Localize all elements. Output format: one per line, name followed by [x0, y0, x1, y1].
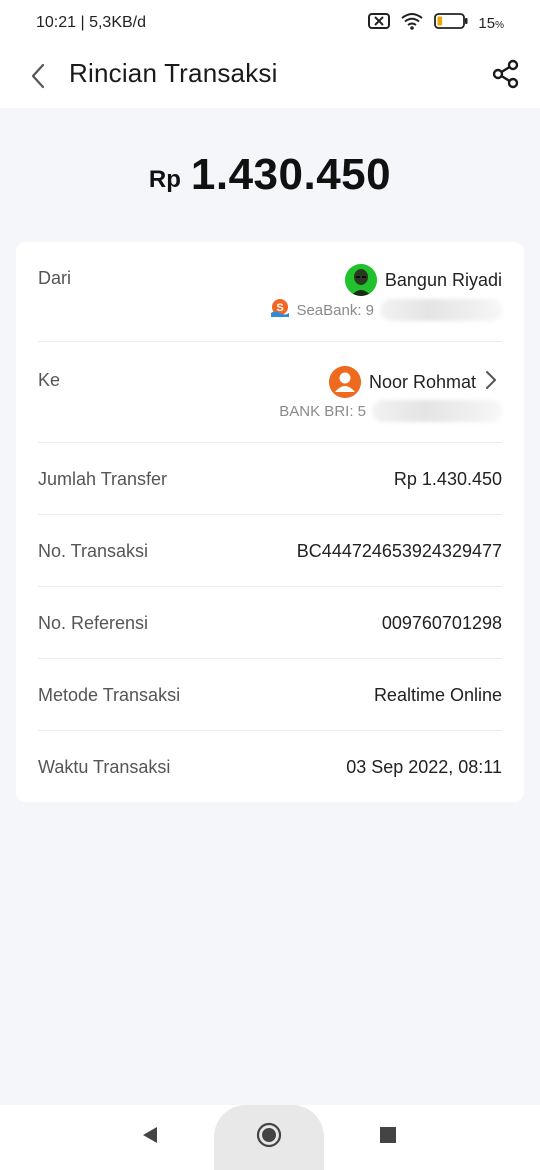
detail-row: Jumlah Transfer Rp 1.430.450: [38, 443, 502, 515]
recipient-bank: BANK BRI: 5: [279, 400, 502, 422]
back-arrow-icon: [30, 63, 46, 94]
to-party[interactable]: Noor Rohmat: [328, 366, 498, 398]
detail-label: Jumlah Transfer: [38, 469, 168, 489]
redacted-account-number: [380, 299, 502, 321]
page-title: Rincian Transaksi: [69, 58, 278, 88]
nav-back-button[interactable]: [120, 1105, 180, 1170]
back-button[interactable]: [20, 60, 56, 96]
status-time: 10:21 | 5,3KB/d: [36, 14, 147, 31]
status-bar: 10:21 | 5,3KB/d 15%: [0, 0, 540, 48]
detail-row: No. Transaksi BC444724653924329477: [38, 515, 502, 587]
detail-row: Metode Transaksi Realtime Online: [38, 659, 502, 731]
detail-label: Waktu Transaksi: [38, 757, 171, 777]
transaction-details-card: Dari Bangun Riyadi S SeaBank: 9 Ke Noor …: [16, 242, 524, 802]
battery-value: 15: [478, 15, 496, 32]
sender-bank: S SeaBank: 9: [270, 298, 502, 322]
detail-label: No. Transaksi: [38, 541, 149, 561]
detail-value: 009760701298: [381, 613, 502, 633]
battery-unit: %: [495, 20, 504, 31]
redacted-account-number: [372, 400, 502, 422]
sender-bank-account: SeaBank: 9: [296, 301, 374, 319]
sim-off-icon: [368, 12, 391, 35]
share-button[interactable]: [488, 58, 524, 94]
recipient-name: Noor Rohmat: [368, 371, 476, 392]
to-row[interactable]: Ke Noor Rohmat BANK BRI: 5: [38, 342, 502, 443]
detail-value: BC444724653924329477: [296, 541, 502, 561]
sender-name: Bangun Riyadi: [384, 269, 502, 290]
nav-home-button[interactable]: [214, 1105, 324, 1170]
sender-avatar-icon: [344, 264, 377, 296]
amount-currency: Rp: [148, 166, 181, 193]
nav-recents-button[interactable]: [358, 1105, 418, 1170]
detail-value: Rp 1.430.450: [393, 469, 502, 489]
app-bar: Rincian Transaksi: [0, 48, 540, 108]
detail-row: No. Referensi 009760701298: [38, 587, 502, 659]
nav-recents-icon: [379, 1126, 397, 1149]
detail-label: No. Referensi: [38, 613, 149, 633]
system-nav-bar: [0, 1105, 540, 1170]
recipient-bank-account: BANK BRI: 5: [279, 402, 366, 420]
amount-value: 1.430.450: [190, 150, 392, 199]
detail-value: Realtime Online: [373, 685, 502, 705]
share-icon: [491, 59, 521, 94]
from-label: Dari: [38, 268, 72, 288]
wifi-icon: [400, 12, 424, 35]
nav-home-icon: [255, 1121, 283, 1154]
nav-back-icon: [141, 1125, 159, 1150]
detail-row: Waktu Transaksi 03 Sep 2022, 08:11: [38, 731, 502, 802]
status-icons: 15%: [368, 12, 504, 35]
user-avatar-icon: [328, 366, 361, 398]
from-row: Dari Bangun Riyadi S SeaBank: 9: [38, 242, 502, 342]
battery-percent: 15%: [478, 15, 504, 32]
transaction-amount: Rp 1.430.450: [0, 150, 540, 200]
from-party: Bangun Riyadi: [344, 264, 502, 296]
battery-icon: [434, 12, 468, 35]
chevron-right-icon: [484, 370, 498, 395]
seabank-logo-icon: S: [270, 298, 290, 322]
detail-value: 03 Sep 2022, 08:11: [346, 757, 502, 777]
to-label: Ke: [38, 370, 61, 390]
detail-label: Metode Transaksi: [38, 685, 181, 705]
